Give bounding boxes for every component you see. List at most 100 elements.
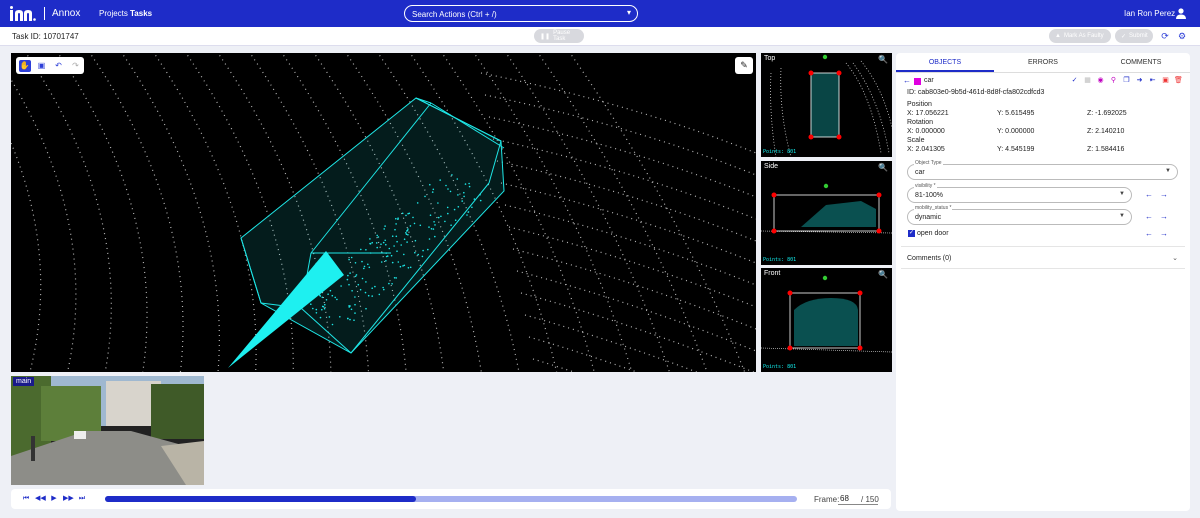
mobility-status-select[interactable]: mobility_status * dynamic ▼ xyxy=(907,205,1132,225)
eye-off-icon[interactable]: ✎ xyxy=(735,57,753,74)
frame-timeline: ⏮ ◀◀ ▶ ▶▶ ⏭ Frame: 68 / 150 xyxy=(11,489,891,509)
grid-icon[interactable]: ▦ xyxy=(1083,76,1092,85)
check-circle-icon[interactable]: ✓ xyxy=(1070,76,1079,85)
copy-icon[interactable]: ❐ xyxy=(1122,76,1131,85)
hand-icon[interactable]: ✋ xyxy=(18,59,31,72)
nav-projects-link[interactable]: Projects xyxy=(99,9,128,18)
frame-total: / 150 xyxy=(861,495,879,504)
side-view-panel[interactable]: Side 🔍 Points: 801 xyxy=(761,161,892,265)
object-type-select[interactable]: Object Type car ▼ xyxy=(907,160,1178,180)
mobility-legend: mobility_status * xyxy=(914,205,953,211)
search-actions-input[interactable]: Search Actions (Ctrl + /) ▾ xyxy=(404,5,638,22)
mark-as-faulty-label: Mark As Faulty xyxy=(1063,33,1104,39)
front-view-label: Front xyxy=(764,270,781,277)
object-color-swatch xyxy=(914,78,921,85)
arrow-left-icon[interactable]: ← xyxy=(903,76,911,85)
side-view-canvas[interactable] xyxy=(761,161,892,265)
side-view-label: Side xyxy=(764,163,779,170)
check-circle-icon: ✓ xyxy=(1121,33,1127,40)
object-header: ← car ✓ ▦ ◉ ⚲ ❐ ➜ ⇤ ▣ 🗑 xyxy=(903,76,1183,88)
top-view-canvas[interactable] xyxy=(761,53,892,157)
arrow-right-icon[interactable]: → xyxy=(1160,229,1168,238)
task-toolbar: Task ID: 10701747 ❚❚ Pause Task ▲ Mark A… xyxy=(0,27,1200,46)
mark-as-faulty-button[interactable]: ▲ Mark As Faulty xyxy=(1049,29,1111,43)
user-name[interactable]: Ian Ron Perez xyxy=(1124,9,1175,18)
zoom-icon[interactable]: 🔍 xyxy=(878,55,888,64)
divider xyxy=(901,268,1185,269)
submit-label: Submit xyxy=(1129,33,1148,39)
arrow-right-icon[interactable]: → xyxy=(1160,212,1168,221)
position-z: Z: -1.692025 xyxy=(1087,110,1127,117)
zoom-icon[interactable]: 🔍 xyxy=(878,270,888,279)
rotation-y: Y: 0.000000 xyxy=(997,128,1035,135)
annotation-side-panel: OBJECTS ERRORS COMMENTS ← car ✓ ▦ ◉ ⚲ ❐ … xyxy=(896,53,1190,511)
refresh-icon[interactable]: ⟳ xyxy=(1160,31,1170,41)
arrow-left-icon[interactable]: ← xyxy=(1145,229,1153,238)
trash-icon[interactable]: 🗑 xyxy=(1174,76,1183,85)
chevron-down-icon: ▼ xyxy=(1165,168,1171,174)
gear-icon[interactable]: ⚙ xyxy=(1177,31,1187,41)
comments-section-toggle[interactable]: Comments (0) xyxy=(907,255,951,262)
mobility-value: dynamic xyxy=(915,214,942,221)
pointcloud-canvas[interactable] xyxy=(11,53,756,372)
move-left-icon[interactable]: ⇤ xyxy=(1148,76,1157,85)
chevron-down-icon: ▾ xyxy=(626,8,631,17)
pointcloud-3d-viewport[interactable]: ✋ ▣ ↶ ↷ ✎ xyxy=(11,53,756,372)
zoom-icon[interactable]: 🔍 xyxy=(878,163,888,172)
undo-icon[interactable]: ↶ xyxy=(53,60,65,72)
front-view-points: Points: 801 xyxy=(763,364,797,370)
rotation-z: Z: 2.140210 xyxy=(1087,128,1125,135)
frame-label: Frame: xyxy=(814,495,840,504)
position-label: Position xyxy=(907,101,932,108)
top-view-panel[interactable]: Top 🔍 Points: 801 xyxy=(761,53,892,157)
viewport-toolbar: ✋ ▣ ↶ ↷ xyxy=(16,57,84,74)
camera-image-main[interactable]: main xyxy=(11,376,204,485)
rotation-x: X: 0.000000 xyxy=(907,128,945,135)
eye-icon[interactable]: ◉ xyxy=(1096,76,1105,85)
arrow-left-icon[interactable]: ← xyxy=(1145,190,1153,199)
scale-z: Z: 1.584416 xyxy=(1087,146,1125,153)
scale-y: Y: 4.545199 xyxy=(997,146,1035,153)
arrow-right-icon[interactable]: → xyxy=(1160,190,1168,199)
step-forward-icon[interactable]: ▶▶ xyxy=(63,494,74,504)
pause-task-button[interactable]: ❚❚ Pause Task xyxy=(534,29,584,43)
object-name: car xyxy=(924,77,934,84)
frame-slider[interactable] xyxy=(105,496,797,502)
front-view-canvas[interactable] xyxy=(761,268,892,372)
user-avatar-icon[interactable] xyxy=(1175,7,1187,19)
object-type-value: car xyxy=(915,169,925,176)
position-x: X: 17.056221 xyxy=(907,110,949,117)
submit-button[interactable]: ✓ Submit xyxy=(1115,29,1153,43)
redo-icon[interactable]: ↷ xyxy=(70,60,82,72)
box-icon[interactable]: ▣ xyxy=(36,60,48,72)
front-view-panel[interactable]: Front 🔍 Points: 801 xyxy=(761,268,892,372)
object-type-legend: Object Type xyxy=(914,160,943,166)
tab-objects[interactable]: OBJECTS xyxy=(896,53,994,72)
top-view-label: Top xyxy=(764,55,776,62)
street-photo xyxy=(11,376,204,485)
annox-logo-icon[interactable] xyxy=(10,6,36,21)
scale-x: X: 2.041305 xyxy=(907,146,945,153)
step-back-icon[interactable]: ◀◀ xyxy=(35,494,46,504)
skip-last-icon[interactable]: ⏭ xyxy=(77,494,87,504)
chevron-down-icon: ▼ xyxy=(1119,191,1125,197)
position-y: Y: 5.615495 xyxy=(997,110,1035,117)
location-pin-icon[interactable]: ⚲ xyxy=(1109,76,1118,85)
search-placeholder: Search Actions (Ctrl + /) xyxy=(412,10,497,19)
arrow-left-icon[interactable]: ← xyxy=(1145,212,1153,221)
tab-errors[interactable]: ERRORS xyxy=(994,53,1092,72)
delete-frame-icon[interactable]: ▣ xyxy=(1161,76,1170,85)
chevron-down-icon[interactable]: ⌄ xyxy=(1172,254,1178,262)
skip-first-icon[interactable]: ⏮ xyxy=(21,494,31,504)
camera-label: main xyxy=(13,377,35,386)
play-icon[interactable]: ▶ xyxy=(49,494,59,504)
tab-comments[interactable]: COMMENTS xyxy=(1092,53,1190,72)
top-view-points: Points: 801 xyxy=(763,149,797,155)
nav-tasks-link[interactable]: Tasks xyxy=(130,9,152,18)
open-door-checkbox[interactable]: ✓ xyxy=(908,230,915,237)
move-right-icon[interactable]: ➜ xyxy=(1135,76,1144,85)
object-id: ID: cab803e0-9b5d-461d-8d8f-cfa802cdfcd3 xyxy=(907,89,1045,96)
logo-divider xyxy=(44,7,45,20)
visibility-select[interactable]: visibility * 81-100% ▼ xyxy=(907,183,1132,203)
panel-tabs: OBJECTS ERRORS COMMENTS xyxy=(896,53,1190,73)
